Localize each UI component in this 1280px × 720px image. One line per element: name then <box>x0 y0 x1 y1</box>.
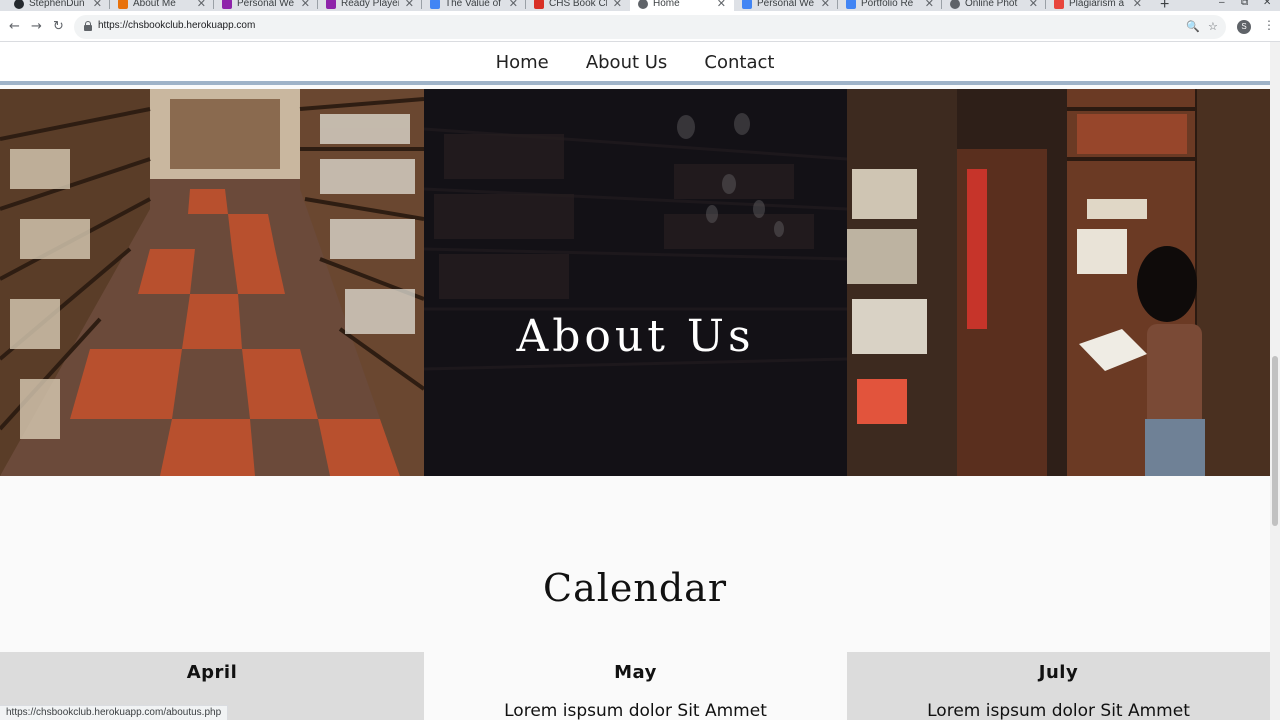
tab-close-icon[interactable]: ✕ <box>93 0 102 10</box>
tab-10[interactable]: Plagiarism a ✕ <box>1046 0 1150 11</box>
tab-2[interactable]: Personal We ✕ <box>214 0 318 11</box>
forward-button[interactable]: → <box>31 19 42 34</box>
minimize-button[interactable]: – <box>1219 0 1225 8</box>
calendar-heading: Calendar <box>543 566 727 610</box>
tab-0[interactable]: StephenDun ✕ <box>6 0 110 11</box>
menu-icon[interactable]: ⋮ <box>1263 18 1275 32</box>
gmail-icon <box>534 0 544 9</box>
tab-close-icon[interactable]: ✕ <box>509 0 518 10</box>
tab-close-icon[interactable]: ✕ <box>1029 0 1038 10</box>
page-viewport: Home About Us Contact About Us Calendar … <box>0 42 1270 720</box>
docs-icon <box>846 0 856 9</box>
tab-3[interactable]: Ready Player ✕ <box>318 0 422 11</box>
tab-strip: StephenDun ✕ About Me ✕ Personal We ✕ Re… <box>0 0 1280 11</box>
month-card-july: July Lorem ispsum dolor Sit Ammet <box>847 652 1270 720</box>
docs-icon <box>430 0 440 9</box>
site-icon <box>326 0 336 9</box>
hero-banner: About Us <box>0 89 1270 476</box>
tab-6[interactable]: Home ✕ <box>630 0 734 11</box>
tab-close-icon[interactable]: ✕ <box>717 0 726 10</box>
browser-toolbar: ← → ↻ https://chsbookclub.herokuapp.com … <box>0 11 1280 42</box>
month-name: May <box>614 662 657 683</box>
tab-close-icon[interactable]: ✕ <box>197 0 206 10</box>
month-name: July <box>1038 662 1079 683</box>
globe-icon <box>950 0 960 9</box>
close-window-button[interactable]: ✕ <box>1263 0 1271 8</box>
tab-5[interactable]: CHS Book Cl ✕ <box>526 0 630 11</box>
nav-about-us[interactable]: About Us <box>586 42 668 84</box>
tab-8[interactable]: Portfolio Re ✕ <box>838 0 942 11</box>
hero-image-dark-library <box>424 89 847 476</box>
new-tab-button[interactable]: + <box>1160 0 1169 11</box>
tab-close-icon[interactable]: ✕ <box>613 0 622 10</box>
status-bar-url: https://chsbookclub.herokuapp.com/aboutu… <box>0 705 229 720</box>
tab-9[interactable]: Online Phot ✕ <box>942 0 1046 11</box>
nav-home[interactable]: Home <box>496 42 549 84</box>
address-bar[interactable]: https://chsbookclub.herokuapp.com 🔍 ☆ <box>74 15 1226 39</box>
site-icon <box>118 0 128 9</box>
back-button[interactable]: ← <box>9 19 20 34</box>
profile-avatar[interactable]: S <box>1237 20 1251 34</box>
lock-icon <box>84 21 92 31</box>
star-icon[interactable]: ☆ <box>1208 20 1218 33</box>
tab-7[interactable]: Personal We ✕ <box>734 0 838 11</box>
hero-image-bookshop-reader <box>847 89 1270 476</box>
month-card-may: May Lorem ispsum dolor Sit Ammet <box>424 652 847 720</box>
nav-contact[interactable]: Contact <box>704 42 774 84</box>
zoom-icon[interactable]: 🔍 <box>1186 20 1200 33</box>
restore-button[interactable]: ⧉ <box>1241 0 1248 8</box>
scrollbar-thumb[interactable] <box>1272 356 1278 526</box>
hero-image-bookstore-aisle <box>0 89 424 476</box>
site-icon <box>222 0 232 9</box>
month-text: Lorem ispsum dolor Sit Ammet <box>504 701 767 720</box>
tab-1[interactable]: About Me ✕ <box>110 0 214 11</box>
url-text[interactable]: https://chsbookclub.herokuapp.com <box>98 20 255 31</box>
reload-button[interactable]: ↻ <box>53 19 64 34</box>
month-text: Lorem ispsum dolor Sit Ammet <box>927 701 1190 720</box>
github-icon <box>14 0 24 9</box>
hero-title: About Us <box>516 311 755 362</box>
page-scrollbar[interactable] <box>1270 42 1280 720</box>
tab-close-icon[interactable]: ✕ <box>301 0 310 10</box>
tab-close-icon[interactable]: ✕ <box>821 0 830 10</box>
month-name: April <box>186 662 238 683</box>
tab-close-icon[interactable]: ✕ <box>1133 0 1142 10</box>
globe-icon <box>638 0 648 9</box>
tab-4[interactable]: The Value of ✕ <box>422 0 526 11</box>
tab-close-icon[interactable]: ✕ <box>925 0 934 10</box>
docs-icon <box>742 0 752 9</box>
site-icon <box>1054 0 1064 9</box>
site-nav: Home About Us Contact <box>0 42 1270 85</box>
tab-close-icon[interactable]: ✕ <box>405 0 414 10</box>
